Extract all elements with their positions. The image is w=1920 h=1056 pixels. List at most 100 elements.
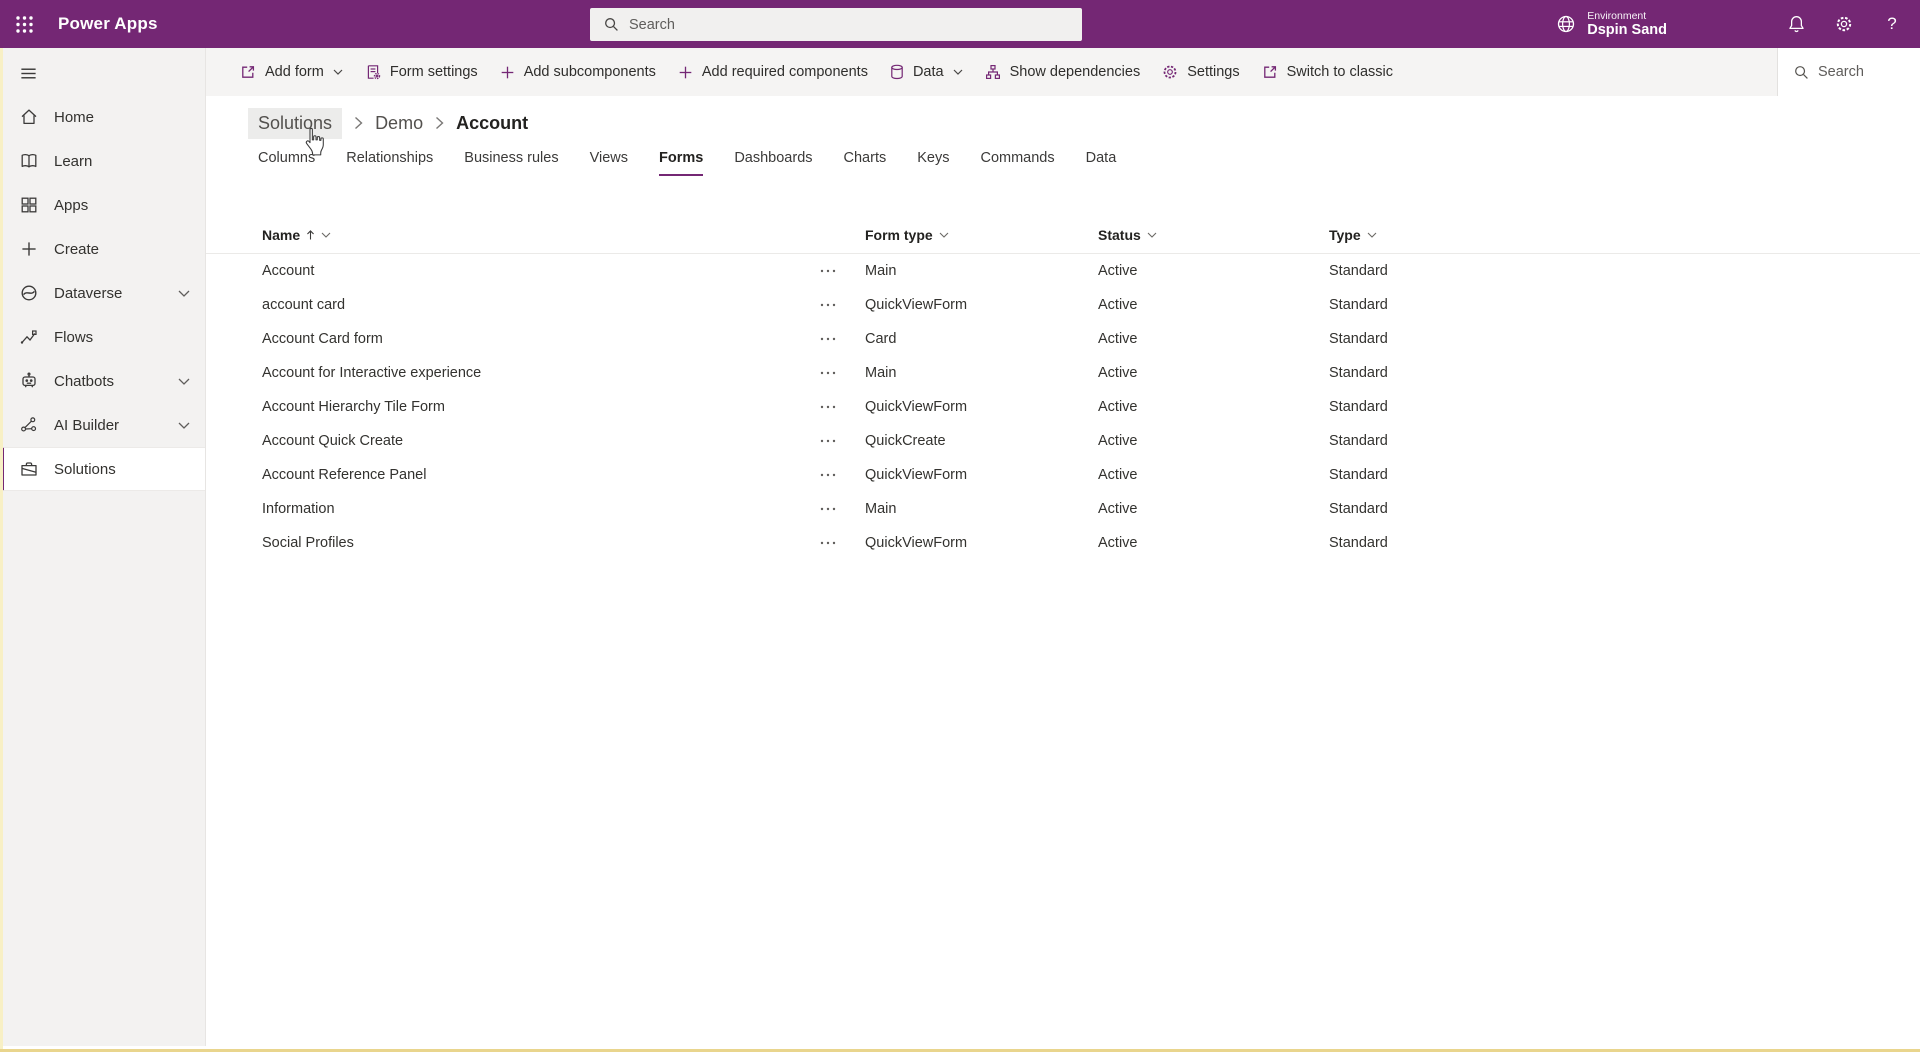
sidebar-item-chatbots[interactable]: Chatbots	[0, 359, 205, 403]
main-content: Add form Form settings Add subcomponents	[206, 48, 1920, 1049]
breadcrumb-separator	[354, 116, 363, 130]
command-settings-button[interactable]: Settings	[1151, 48, 1250, 96]
tab-relationships[interactable]: Relationships	[346, 150, 433, 176]
tab-forms[interactable]: Forms	[659, 150, 703, 176]
entity-tabs: Columns Relationships Business rules Vie…	[258, 150, 1920, 176]
row-more-actions-button[interactable]	[820, 473, 865, 477]
chevron-down-icon	[1147, 232, 1157, 238]
cell-form-type: QuickViewForm	[865, 399, 1098, 415]
environment-label: Environment	[1587, 10, 1667, 22]
table-row[interactable]: Account Quick Create QuickCreate Active …	[206, 424, 1920, 458]
row-more-actions-button[interactable]	[820, 405, 865, 409]
plus-icon	[19, 239, 39, 259]
command-label: Switch to classic	[1287, 64, 1393, 80]
help-icon: ?	[1887, 14, 1896, 34]
tab-commands[interactable]: Commands	[980, 150, 1054, 176]
cell-status: Active	[1098, 501, 1329, 517]
component-search-input[interactable]	[1818, 64, 1908, 80]
cell-status: Active	[1098, 467, 1329, 483]
plus-icon	[500, 65, 515, 80]
more-horizontal-icon	[820, 507, 836, 511]
column-header-name[interactable]: Name	[262, 227, 820, 243]
table-row[interactable]: Account Hierarchy Tile Form QuickViewFor…	[206, 390, 1920, 424]
column-header-status[interactable]: Status	[1098, 227, 1329, 243]
sidebar-item-flows[interactable]: Flows	[0, 315, 205, 359]
notifications-button[interactable]	[1772, 0, 1820, 48]
cell-type: Standard	[1329, 331, 1549, 347]
dataverse-icon	[19, 283, 39, 303]
chevron-down-icon	[939, 232, 949, 238]
environment-globe-icon	[1555, 13, 1577, 35]
hamburger-icon	[19, 64, 38, 83]
sidebar-item-learn[interactable]: Learn	[0, 139, 205, 183]
breadcrumb-solutions[interactable]: Solutions	[248, 108, 342, 139]
tab-charts[interactable]: Charts	[844, 150, 887, 176]
table-row[interactable]: Account for Interactive experience Main …	[206, 356, 1920, 390]
command-add-subcomponents-button[interactable]: Add subcomponents	[489, 48, 667, 96]
row-more-actions-button[interactable]	[820, 541, 865, 545]
tab-columns[interactable]: Columns	[258, 150, 315, 176]
table-row[interactable]: Information Main Active Standard	[206, 492, 1920, 526]
global-search-input[interactable]	[629, 17, 1049, 33]
sidebar-item-ai-builder[interactable]: AI Builder	[0, 403, 205, 447]
bell-icon	[1788, 15, 1805, 33]
cell-type: Standard	[1329, 433, 1549, 449]
cell-name: Information	[262, 501, 820, 517]
row-more-actions-button[interactable]	[820, 269, 865, 273]
chevron-right-icon	[354, 116, 363, 130]
command-switch-to-classic-button[interactable]: Switch to classic	[1251, 48, 1404, 96]
app-title[interactable]: Power Apps	[58, 14, 158, 34]
help-button[interactable]: ?	[1868, 0, 1916, 48]
row-more-actions-button[interactable]	[820, 337, 865, 341]
cell-name: Social Profiles	[262, 535, 820, 551]
sidebar-item-solutions[interactable]: Solutions	[0, 447, 205, 491]
global-search-box[interactable]	[590, 8, 1082, 41]
sidebar-item-apps[interactable]: Apps	[0, 183, 205, 227]
table-row[interactable]: Account Main Active Standard	[206, 254, 1920, 288]
tab-views[interactable]: Views	[590, 150, 628, 176]
table-row[interactable]: Account Reference Panel QuickViewForm Ac…	[206, 458, 1920, 492]
home-icon	[19, 107, 39, 127]
settings-button-topbar[interactable]	[1820, 0, 1868, 48]
recording-border-left	[0, 48, 3, 1049]
tab-data[interactable]: Data	[1086, 150, 1117, 176]
row-more-actions-button[interactable]	[820, 371, 865, 375]
breadcrumb-demo[interactable]: Demo	[375, 113, 423, 134]
plus-icon	[678, 65, 693, 80]
column-header-form-type[interactable]: Form type	[865, 227, 1098, 243]
sidebar-item-dataverse[interactable]: Dataverse	[0, 271, 205, 315]
command-bar: Add form Form settings Add subcomponents	[206, 48, 1920, 96]
column-header-type[interactable]: Type	[1329, 227, 1549, 243]
more-horizontal-icon	[820, 541, 836, 545]
sidebar-item-home[interactable]: Home	[0, 95, 205, 139]
apps-grid-icon	[19, 195, 39, 215]
row-more-actions-button[interactable]	[820, 507, 865, 511]
table-row[interactable]: Account Card form Card Active Standard	[206, 322, 1920, 356]
table-row[interactable]: account card QuickViewForm Active Standa…	[206, 288, 1920, 322]
command-show-dependencies-button[interactable]: Show dependencies	[974, 48, 1152, 96]
tab-keys[interactable]: Keys	[917, 150, 949, 176]
tab-business-rules[interactable]: Business rules	[464, 150, 558, 176]
chevron-down-icon	[1367, 232, 1377, 238]
table-row[interactable]: Social Profiles QuickViewForm Active Sta…	[206, 526, 1920, 560]
gear-icon	[1162, 64, 1178, 80]
cell-type: Standard	[1329, 399, 1549, 415]
component-search-box[interactable]	[1777, 48, 1920, 96]
row-more-actions-button[interactable]	[820, 439, 865, 443]
command-data-button[interactable]: Data	[879, 48, 974, 96]
row-more-actions-button[interactable]	[820, 303, 865, 307]
topbar-right-cluster: Environment Dspin Sand ?	[1555, 0, 1916, 48]
app-launcher-button[interactable]	[0, 0, 48, 48]
cell-status: Active	[1098, 365, 1329, 381]
command-label: Data	[913, 64, 944, 80]
nav-collapse-button[interactable]	[0, 51, 205, 95]
command-add-required-components-button[interactable]: Add required components	[667, 48, 879, 96]
tab-dashboards[interactable]: Dashboards	[734, 150, 812, 176]
chevron-down-icon	[178, 290, 190, 297]
chevron-right-icon	[435, 116, 444, 130]
sidebar-item-create[interactable]: Create	[0, 227, 205, 271]
environment-picker[interactable]: Environment Dspin Sand	[1555, 10, 1667, 39]
command-add-form-button[interactable]: Add form	[229, 48, 354, 96]
command-form-settings-button[interactable]: Form settings	[354, 48, 489, 96]
cell-form-type: QuickViewForm	[865, 297, 1098, 313]
